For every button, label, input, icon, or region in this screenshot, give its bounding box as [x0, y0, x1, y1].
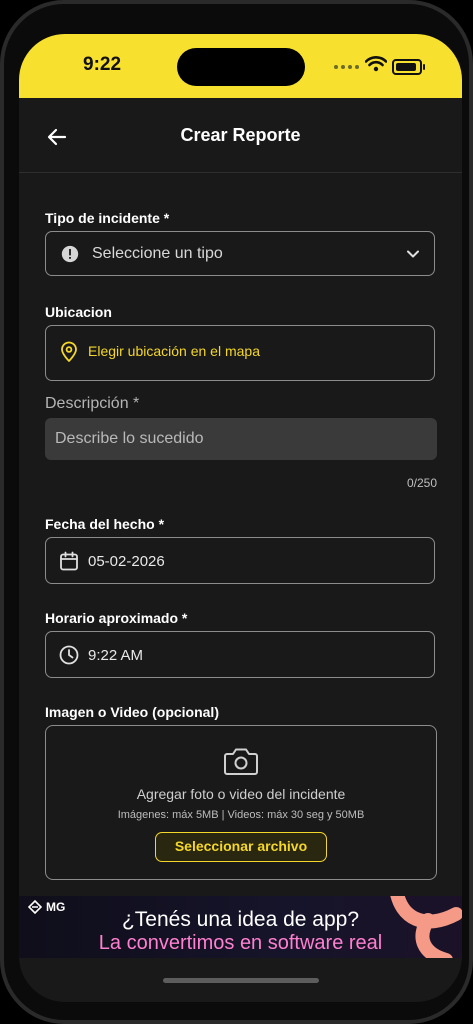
page-title: Crear Reporte: [180, 125, 301, 145]
date-field[interactable]: 05-02-2026: [45, 537, 435, 584]
date-value: 05-02-2026: [88, 553, 165, 570]
description-label: Descripción *: [45, 395, 140, 412]
dynamic-island: [177, 48, 305, 86]
time-label: Horario aproximado *: [45, 610, 188, 626]
incident-type-select[interactable]: Seleccione un tipo: [45, 231, 435, 276]
phone-bezel: 9:22 Crear Reporte Tipo de incidente * S…: [4, 4, 469, 1020]
select-file-button[interactable]: Seleccionar archivo: [155, 832, 327, 862]
home-indicator[interactable]: [163, 978, 319, 983]
ad-banner[interactable]: MG ¿Tenés una idea de app? La convertimo…: [19, 896, 462, 958]
chevron-down-icon: [407, 250, 419, 258]
media-upload-limits: Imágenes: máx 5MB | Videos: máx 30 seg y…: [117, 809, 365, 821]
media-label: Imagen o Video (opcional): [45, 704, 219, 720]
location-picker[interactable]: Elegir ubicación en el mapa: [45, 325, 435, 381]
battery-icon: [392, 59, 425, 75]
media-upload-title: Agregar foto o video del incidente: [136, 786, 346, 802]
incident-type-label: Tipo de incidente *: [45, 210, 170, 226]
signal-dots-icon: [334, 65, 359, 69]
phone-frame: 9:22 Crear Reporte Tipo de incidente * S…: [0, 0, 473, 1024]
calendar-icon: [60, 551, 78, 571]
description-input[interactable]: Describe lo sucedido: [45, 418, 437, 460]
app-screen: 9:22 Crear Reporte Tipo de incidente * S…: [19, 34, 462, 1002]
location-label: Ubicacion: [45, 304, 112, 320]
clock-icon: [59, 645, 79, 665]
banner-headline: ¿Tenés una idea de app?: [121, 908, 360, 931]
alert-circle-icon: [61, 245, 79, 263]
camera-icon: [224, 748, 258, 775]
date-label: Fecha del hecho *: [45, 516, 165, 532]
description-char-counter: 0/250: [406, 476, 437, 490]
location-action-text: Elegir ubicación en el mapa: [88, 343, 260, 359]
wifi-icon: [365, 56, 387, 72]
incident-type-placeholder: Seleccione un tipo: [92, 245, 223, 262]
banner-subheadline: La convertimos en software real: [98, 932, 383, 954]
time-value: 9:22 AM: [88, 647, 144, 664]
time-field[interactable]: 9:22 AM: [45, 631, 435, 678]
status-bar: 9:22: [19, 34, 462, 98]
media-upload-area[interactable]: Agregar foto o video del incidente Imáge…: [45, 725, 437, 880]
app-header: Crear Reporte: [19, 98, 462, 173]
map-pin-icon: [61, 341, 77, 362]
description-placeholder: Describe lo sucedido: [55, 430, 204, 447]
status-time: 9:22: [83, 54, 122, 75]
